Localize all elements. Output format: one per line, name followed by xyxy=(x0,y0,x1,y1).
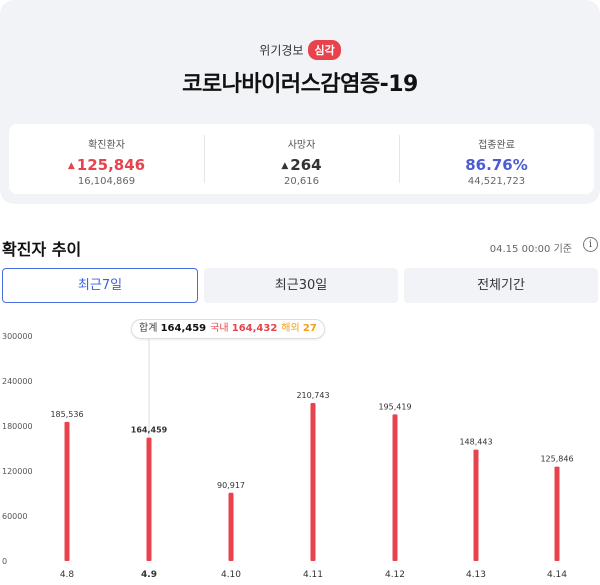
alert-level-badge: 심각 xyxy=(308,40,341,60)
y-tick-label: 180000 xyxy=(2,422,33,431)
y-tick-label: 60000 xyxy=(2,512,27,521)
up-arrow-icon: ▲ xyxy=(67,161,75,171)
x-tick-label: 4.9 xyxy=(141,570,157,580)
bar-value-label: 125,846 xyxy=(540,455,573,464)
alert-label: 위기경보 xyxy=(259,43,304,58)
info-circle-icon[interactable]: i xyxy=(583,237,598,252)
stat-label: 사망자 xyxy=(287,140,316,151)
confirmed-cases-bar-chart: 0 60000 120000 180000 240000 300000 185,536 4.8… xyxy=(2,332,574,580)
x-tick-label: 4.8 xyxy=(60,570,75,580)
stat-value: ▲ 264 xyxy=(281,156,322,174)
bar[interactable] xyxy=(146,437,152,561)
tab-last-30-days[interactable]: 최근30일 xyxy=(204,268,398,303)
chart-tooltip: 합계 164,459 국내 164,432 해외 27 xyxy=(131,319,325,339)
bar[interactable] xyxy=(554,466,560,561)
status-card: 위기경보 심각 코로나바이러스감염증-19 확진환자 ▲ 125,846 16,10… xyxy=(0,0,600,204)
x-tick-label: 4.13 xyxy=(466,570,486,580)
stat-label: 접종완료 xyxy=(478,140,515,151)
tooltip-overseas-value: 27 xyxy=(302,323,317,334)
bar-value-label: 210,743 xyxy=(296,391,329,400)
tooltip-overseas-label: 해외 xyxy=(281,323,300,334)
x-tick-label: 4.10 xyxy=(221,570,241,580)
stats-panel: 확진환자 ▲ 125,846 16,104,869 사망자 ▲ 264 20,616… xyxy=(9,124,594,194)
bar[interactable] xyxy=(392,414,398,561)
y-tick-label: 120000 xyxy=(2,467,33,476)
stat-total: 16,104,869 xyxy=(77,176,136,187)
bar[interactable] xyxy=(310,402,316,561)
alert-row: 위기경보 심각 xyxy=(0,40,600,60)
y-tick-label: 240000 xyxy=(2,377,33,386)
period-tabs: 최근7일 최근30일 전체기간 xyxy=(2,268,598,303)
trend-section-title: 확진자 추이 xyxy=(2,240,82,259)
bar-value-label: 185,536 xyxy=(50,410,83,419)
x-tick-label: 4.14 xyxy=(547,570,567,580)
bar-value-label: 148,443 xyxy=(459,438,492,447)
x-tick-label: 4.12 xyxy=(385,570,405,580)
stat-vaccinated[interactable]: 접종완료 86.76% 44,521,723 xyxy=(399,124,594,194)
update-timestamp: 04.15 00:00 기준 xyxy=(489,244,572,255)
bar[interactable] xyxy=(228,492,234,561)
stat-label: 확진환자 xyxy=(88,140,125,151)
y-tick-label: 300000 xyxy=(2,332,33,341)
bar[interactable] xyxy=(473,449,479,561)
tooltip-domestic-value: 164,432 xyxy=(231,323,278,334)
stat-deaths[interactable]: 사망자 ▲ 264 20,616 xyxy=(204,124,399,194)
tab-last-7-days[interactable]: 최근7일 xyxy=(2,268,198,303)
tooltip-total-label: 합계 xyxy=(139,323,158,334)
bar-value-label: 90,917 xyxy=(217,481,245,490)
tooltip-total-value: 164,459 xyxy=(160,323,207,334)
stat-value: 86.76% xyxy=(465,156,528,174)
y-tick-label: 0 xyxy=(2,557,7,566)
page-title: 코로나바이러스감염증-19 xyxy=(182,72,418,97)
x-tick-label: 4.11 xyxy=(303,570,323,580)
stat-confirmed[interactable]: 확진환자 ▲ 125,846 16,104,869 xyxy=(9,124,204,194)
bar-value-label: 195,419 xyxy=(378,402,411,411)
bar[interactable] xyxy=(64,421,70,561)
tab-all-period[interactable]: 전체기간 xyxy=(404,268,598,303)
tooltip-domestic-label: 국내 xyxy=(210,323,229,334)
up-arrow-icon: ▲ xyxy=(281,161,289,171)
stat-total: 20,616 xyxy=(284,176,319,187)
stat-value: ▲ 125,846 xyxy=(67,156,146,174)
stat-total: 44,521,723 xyxy=(467,176,526,187)
bar-value-label: 164,459 xyxy=(131,426,168,435)
